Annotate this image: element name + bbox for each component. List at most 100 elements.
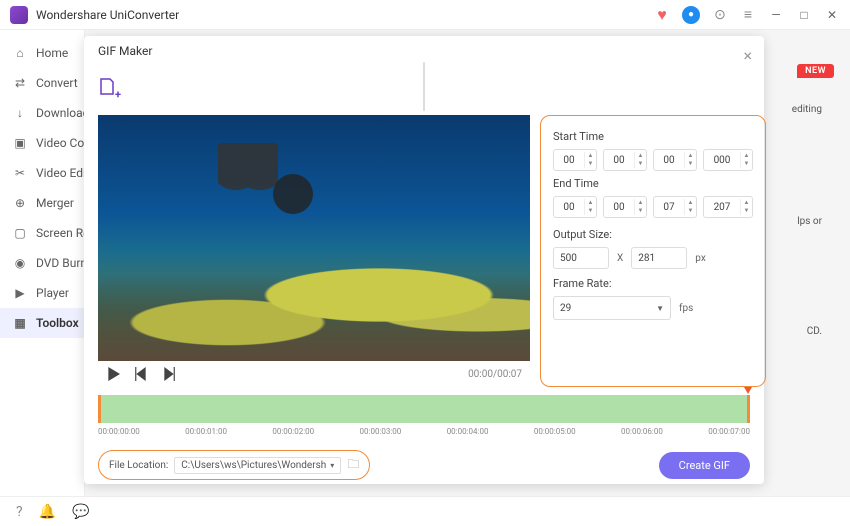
start-time-label: Start Time	[553, 130, 753, 143]
home-icon: ⌂	[12, 45, 28, 61]
end-time-h[interactable]: 00▲▼	[553, 196, 597, 218]
sidebar-item-label: Screen Recorder	[36, 226, 84, 240]
chevron-down-icon[interactable]: ▼	[685, 207, 696, 215]
chevron-up-icon[interactable]: ▲	[635, 152, 646, 160]
minimize-button[interactable]: —	[768, 8, 784, 22]
chevron-down-icon[interactable]: ▼	[585, 207, 596, 215]
sidebar-item-label: Home	[36, 46, 68, 60]
output-height-input[interactable]	[631, 247, 687, 269]
profile-icon[interactable]: ●	[682, 6, 700, 24]
sidebar-item-convert[interactable]: ⇄Convert	[0, 68, 84, 98]
sidebar-item-label: Video Editor	[36, 166, 84, 180]
sidebar-item-dvd-burner[interactable]: ◉ DVD Burner	[0, 248, 84, 278]
merge-icon: ⊕	[12, 195, 28, 211]
footer: ? 🔔 💬	[0, 496, 850, 526]
play-button[interactable]	[106, 367, 120, 381]
modal-title: GIF Maker	[98, 44, 152, 58]
sidebar-item-label: Convert	[36, 76, 78, 90]
chat-icon[interactable]: 💬	[72, 504, 89, 520]
download-icon: ↓	[12, 105, 28, 121]
new-badge: NEW	[797, 64, 834, 78]
chevron-down-icon[interactable]: ▼	[635, 207, 646, 215]
sidebar-item-label: Toolbox	[36, 316, 79, 330]
sidebar-item-label: Download	[36, 106, 84, 120]
sidebar-item-player[interactable]: ▶ Player	[0, 278, 84, 308]
sidebar-item-screen-recorder[interactable]: ▢Screen Recorder	[0, 218, 84, 248]
sidebar-item-video-editor[interactable]: ✂ Video Editor	[0, 158, 84, 188]
output-width-input[interactable]	[553, 247, 609, 269]
toolbox-icon: ▦	[12, 315, 28, 331]
sidebar-item-label: Merger	[36, 196, 74, 210]
start-time-m[interactable]: 00▲▼	[603, 149, 647, 171]
file-location-group: File Location: C:\Users\ws\Pictures\Wond…	[98, 450, 370, 480]
chevron-down-icon[interactable]: ▼	[685, 160, 696, 168]
frame-rate-select[interactable]: 29▼	[553, 296, 671, 320]
close-icon[interactable]: ×	[743, 46, 752, 65]
start-time-ms[interactable]: 000▲▼	[703, 149, 753, 171]
bg-text: lps or	[797, 216, 822, 227]
dvd-icon: ◉	[12, 255, 28, 271]
scissors-icon: ✂	[12, 165, 28, 181]
sidebar-item-label: Player	[36, 286, 69, 300]
help-icon[interactable]: ?	[16, 504, 23, 520]
sidebar-item-video-compressor[interactable]: ▣ Video Compressor	[0, 128, 84, 158]
fps-unit: fps	[679, 303, 693, 314]
chevron-up-icon[interactable]: ▲	[585, 152, 596, 160]
bg-text: editing	[792, 104, 822, 115]
chevron-up-icon[interactable]: ▲	[741, 199, 752, 207]
compress-icon: ▣	[12, 135, 28, 151]
gift-icon[interactable]: ♥	[654, 7, 670, 23]
app-title: Wondershare UniConverter	[36, 8, 179, 22]
end-time-ms[interactable]: 207▲▼	[703, 196, 753, 218]
playback-timecode: 00:00/00:07	[468, 369, 522, 380]
folder-icon[interactable]: 🗀	[347, 455, 359, 476]
sidebar-item-merger[interactable]: ⊕ Merger	[0, 188, 84, 218]
create-gif-button[interactable]: Create GIF	[659, 452, 750, 479]
file-location-select[interactable]: C:\Users\ws\Pictures\Wondersh▾	[174, 457, 341, 474]
tab-video-to-gif[interactable]: Video to GIF	[424, 63, 425, 110]
timeline-ticks: 00:00:00:00 00:00:01:00 00:00:02:00 00:0…	[98, 423, 750, 436]
video-preview[interactable]	[98, 115, 530, 361]
app-icon	[10, 6, 28, 24]
chevron-down-icon[interactable]: ▼	[741, 207, 752, 215]
frame-rate-label: Frame Rate:	[553, 277, 753, 290]
sidebar-item-home[interactable]: ⌂ Home	[0, 38, 84, 68]
video-preview-area: 00:00/00:07	[98, 115, 530, 387]
chevron-up-icon[interactable]: ▲	[585, 199, 596, 207]
timeline[interactable]	[98, 395, 750, 423]
file-location-label: File Location:	[109, 460, 168, 471]
prev-frame-button[interactable]	[134, 367, 148, 381]
next-frame-button[interactable]	[162, 367, 176, 381]
output-size-label: Output Size:	[553, 228, 753, 241]
end-time-label: End Time	[553, 177, 753, 190]
bell-icon[interactable]: 🔔	[39, 504, 56, 520]
sidebar-item-toolbox[interactable]: ▦ Toolbox	[0, 308, 84, 338]
chevron-up-icon[interactable]: ▲	[685, 199, 696, 207]
chevron-up-icon[interactable]: ▲	[741, 152, 752, 160]
sidebar-item-label: DVD Burner	[36, 256, 84, 270]
chevron-down-icon: ▼	[656, 304, 664, 313]
sidebar-item-download[interactable]: ↓ Download	[0, 98, 84, 128]
chevron-down-icon[interactable]: ▼	[741, 160, 752, 168]
headset-icon[interactable]: ⊙	[712, 7, 728, 23]
chevron-up-icon[interactable]: ▲	[685, 152, 696, 160]
end-time-s[interactable]: 07▲▼	[653, 196, 697, 218]
chevron-up-icon[interactable]: ▲	[635, 199, 646, 207]
size-unit: px	[695, 253, 706, 264]
timeline-marker[interactable]	[744, 387, 752, 394]
tab-group: Video to GIF Photos to GIF	[423, 62, 425, 111]
add-file-icon[interactable]	[98, 76, 120, 98]
start-time-h[interactable]: 00▲▼	[553, 149, 597, 171]
settings-panel: Start Time 00▲▼ 00▲▼ 00▲▼ 000▲▼ End Time…	[540, 115, 766, 387]
play-icon: ▶	[12, 285, 28, 301]
end-time-m[interactable]: 00▲▼	[603, 196, 647, 218]
start-time-s[interactable]: 00▲▼	[653, 149, 697, 171]
sidebar: ⌂ Home ⇄Convert ↓ Download ▣ Video Compress…	[0, 30, 85, 496]
close-button[interactable]: ✕	[824, 8, 840, 22]
bg-text: CD.	[807, 326, 822, 337]
sidebar-item-label: Video Compressor	[36, 136, 84, 150]
chevron-down-icon[interactable]: ▼	[635, 160, 646, 168]
menu-icon[interactable]: ≡	[740, 7, 756, 23]
chevron-down-icon[interactable]: ▼	[585, 160, 596, 168]
maximize-button[interactable]: □	[796, 8, 812, 22]
